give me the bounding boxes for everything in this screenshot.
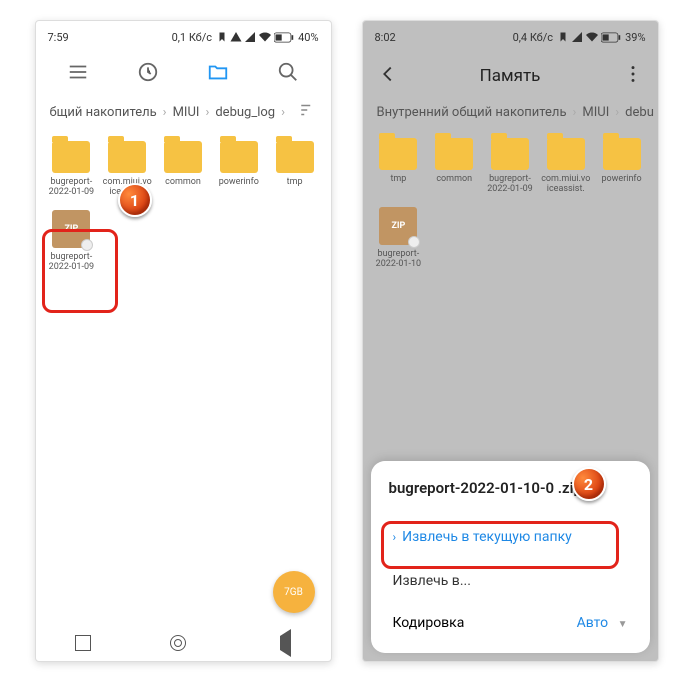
sort-button[interactable] [299,101,317,123]
zip-icon: ZIP [52,210,90,248]
file-item[interactable]: tmp [373,138,425,195]
nav-home-icon[interactable] [170,635,186,651]
breadcrumb[interactable]: Внутренний общий накопитель› MIUI› debu [363,99,658,126]
file-item[interactable]: tmp [269,141,321,198]
file-grid: bugreport-2022-01-09 com.miui.voiceassis… [36,129,331,210]
status-icons [557,31,621,43]
status-speed: 0,1 Кб/с [172,31,213,44]
more-vert-icon [622,63,644,85]
folder-icon [603,138,641,170]
search-button[interactable] [258,61,318,87]
chevron-down-icon: ▼ [618,619,628,630]
extract-to-option[interactable]: Извлечь в... [389,559,632,603]
chevron-right-icon: › [393,530,397,544]
page-title: Память [399,66,622,86]
folder-icon [491,138,529,170]
hamburger-icon [67,61,89,83]
chevron-left-icon [377,63,399,85]
nav-back-icon[interactable] [266,629,291,657]
folder-icon [164,141,202,173]
back-button[interactable] [377,63,399,89]
file-item[interactable]: com.miui.voiceassist. [540,138,592,195]
encoding-label: Кодировка [393,615,465,631]
status-time: 8:02 [375,31,396,44]
folder-icon [379,138,417,170]
phone-right: 8:02 0,4 Кб/с 39% Память Внутренний общи… [362,20,659,662]
file-grid: tmp common bugreport-2022-01-09 com.miui… [363,126,658,207]
title-bar: Память [363,53,658,99]
file-item[interactable]: common [157,141,209,198]
more-button[interactable] [622,63,644,89]
folder-icon [108,141,146,173]
file-item[interactable]: common [428,138,480,195]
folder-icon [207,61,229,83]
phone-left: 7:59 0,1 Кб/с 40% бщий накопитель [35,20,332,662]
folder-icon [435,138,473,170]
folder-icon [52,141,90,173]
file-item[interactable]: powerinfo [213,141,265,198]
status-battery: 40% [298,31,318,44]
status-bar: 7:59 0,1 Кб/с 40% [36,21,331,53]
file-item[interactable]: bugreport-2022-01-09 [46,141,98,198]
status-bar: 8:02 0,4 Кб/с 39% [363,21,658,53]
file-item[interactable]: powerinfo [596,138,648,195]
folder-icon [276,141,314,173]
status-icons [216,31,294,43]
sort-icon [299,101,317,119]
storage-fab[interactable]: 7GB [273,571,315,613]
breadcrumb[interactable]: бщий накопитель› MIUI› debug_log› [36,95,331,129]
annotation-marker: 1 [118,183,152,217]
status-time: 7:59 [48,31,69,44]
file-grid-row2: ZIP bugreport-2022-01-09 [36,210,331,285]
extract-here-option[interactable]: › Извлечь в текущую папку [389,515,632,559]
android-navbar [36,625,331,661]
search-icon [277,61,299,83]
file-grid-row2: ZIP bugreport-2022-01-10 [363,207,658,282]
annotation-marker: 2 [572,467,606,501]
menu-button[interactable] [48,61,108,87]
folder-icon [547,138,585,170]
nav-recent-icon[interactable] [75,635,91,651]
encoding-value: Авто [577,615,609,631]
folder-icon [220,141,258,173]
file-item-zip[interactable]: ZIP bugreport-2022-01-09 [46,210,98,273]
recent-button[interactable] [118,61,178,87]
zip-icon: ZIP [379,207,417,245]
file-item-zip[interactable]: ZIP bugreport-2022-01-10 [373,207,425,270]
files-button[interactable] [188,61,248,87]
encoding-row[interactable]: Кодировка Авто ▼ [389,603,632,643]
bottom-sheet: bugreport-2022-01-10-0 .zip › Извлечь в … [371,461,650,653]
status-battery: 39% [625,31,645,44]
file-item[interactable]: bugreport-2022-01-09 [484,138,536,195]
status-speed: 0,4 Кб/с [513,31,554,44]
toolbar [36,53,331,95]
clock-icon [137,61,159,83]
